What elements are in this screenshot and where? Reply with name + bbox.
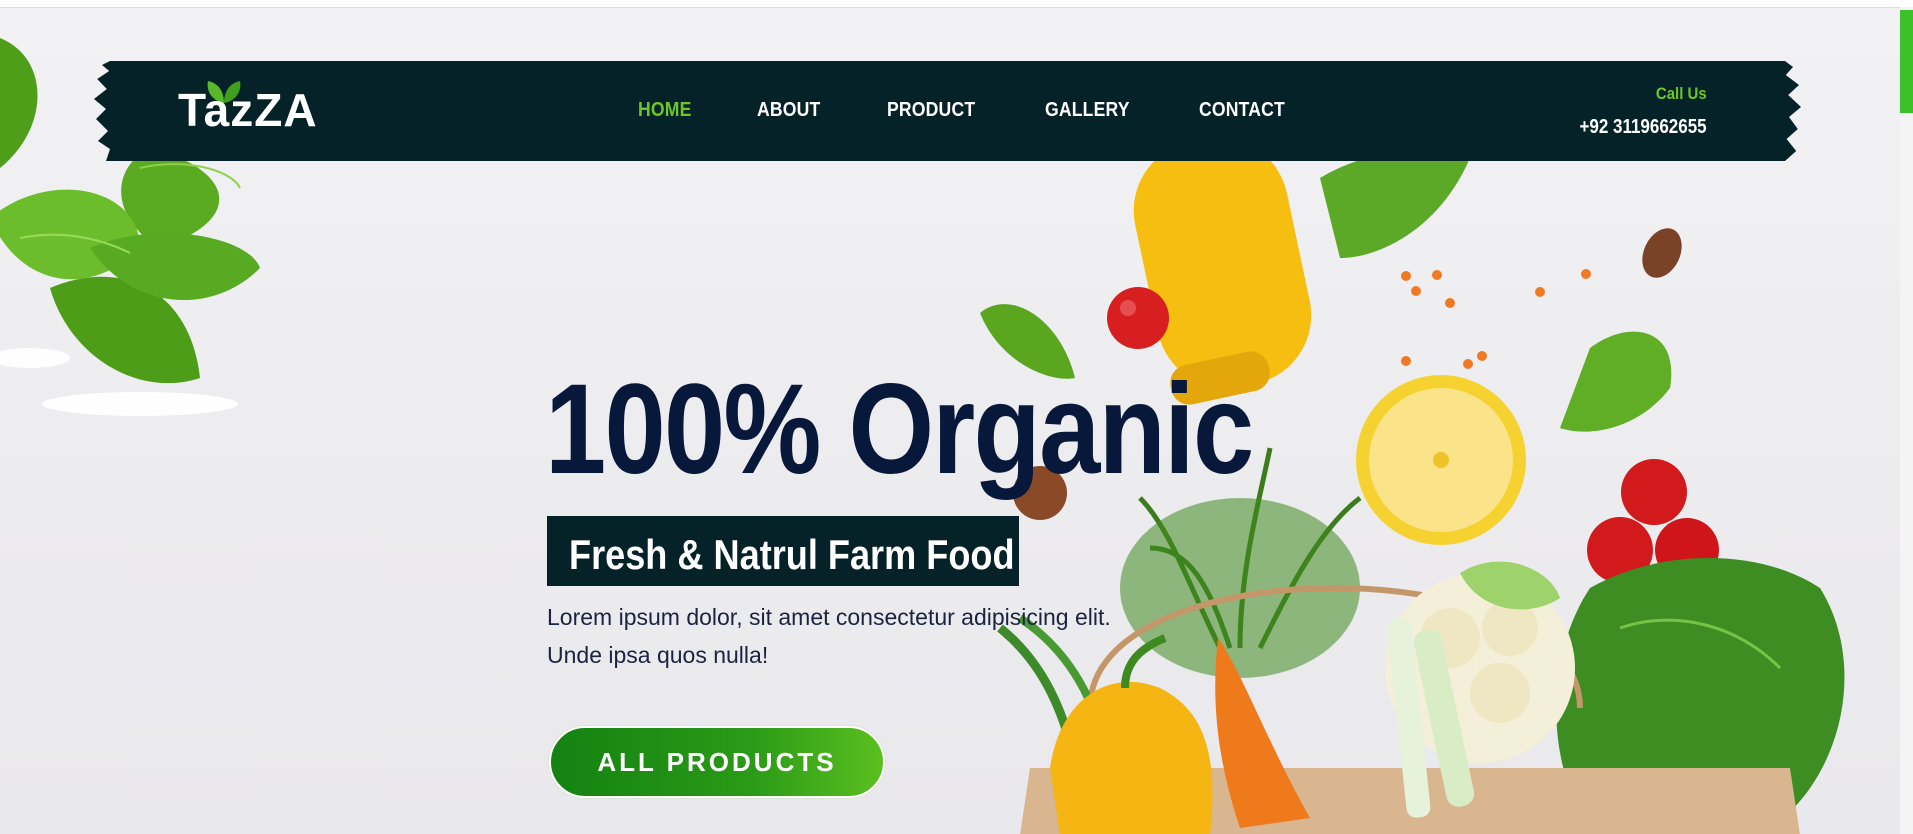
nav-item-product[interactable]: PRODUCT — [887, 99, 975, 122]
scrollbar-track[interactable] — [1900, 7, 1913, 834]
hero-tagline: Fresh & Natrul Farm Food — [569, 531, 1015, 578]
hero-description-line-1: Lorem ipsum dolor, sit amet consectetur … — [547, 604, 1111, 630]
call-us-label: Call Us — [1656, 84, 1707, 103]
hero-headline: 100% Organic — [545, 358, 1254, 501]
nav-item-contact[interactable]: CONTACT — [1199, 99, 1285, 122]
main-nav: HOME ABOUT PRODUCT GALLERY CONTACT — [638, 99, 1355, 122]
phone-number-link[interactable]: +92 3119662655 — [1580, 116, 1707, 139]
hero-description-line-2: Unde ipsa quos nulla! — [547, 642, 769, 668]
hero-section: TazZA HOME ABOUT PRODUCT GALLERY CONTACT… — [0, 7, 1900, 834]
site-navbar: TazZA HOME ABOUT PRODUCT GALLERY CONTACT… — [110, 61, 1785, 161]
brand-logo[interactable]: TazZA — [178, 87, 318, 133]
scrollbar-thumb[interactable] — [1900, 10, 1913, 113]
hero-description: Lorem ipsum dolor, sit amet consectetur … — [547, 598, 1167, 674]
nav-item-about[interactable]: ABOUT — [757, 99, 820, 122]
nav-item-gallery[interactable]: GALLERY — [1045, 99, 1130, 122]
all-products-button[interactable]: ALL PRODUCTS — [549, 726, 885, 798]
nav-item-home[interactable]: HOME — [638, 99, 692, 122]
tagline-banner: Fresh & Natrul Farm Food — [547, 516, 1019, 586]
